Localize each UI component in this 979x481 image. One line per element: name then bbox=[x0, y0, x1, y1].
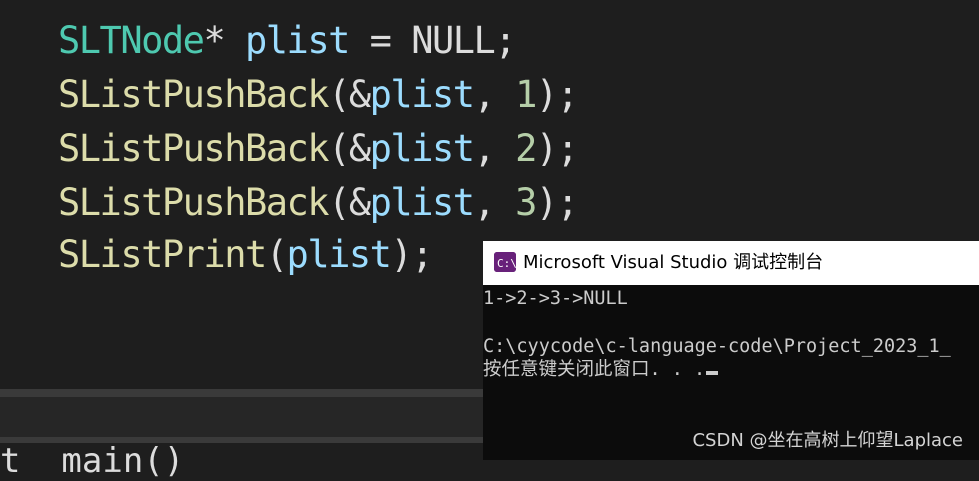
paren-open-token: ( bbox=[328, 181, 350, 224]
variable-token: plist bbox=[286, 233, 392, 276]
code-line-4[interactable]: SListPushBack(&plist, 3); bbox=[58, 176, 579, 230]
code-line-1[interactable]: SLTNode* plist = NULL; bbox=[58, 14, 517, 68]
editor-gap-row bbox=[0, 397, 483, 437]
semicolon-token: ; bbox=[494, 19, 516, 62]
svg-text:C:\: C:\ bbox=[497, 257, 516, 270]
comma-token: , bbox=[473, 127, 516, 170]
variable-token: plist bbox=[369, 127, 475, 170]
function-token: SListPushBack bbox=[58, 181, 330, 224]
variable-token: plist bbox=[245, 19, 350, 62]
comma-token: , bbox=[473, 181, 516, 224]
csdn-watermark: CSDN @坐在高树上仰望Laplace bbox=[692, 430, 963, 451]
visual-studio-icon: C:\ bbox=[494, 252, 516, 272]
paren-open-token: ( bbox=[265, 233, 288, 276]
pointer-token: * bbox=[203, 19, 225, 62]
paren-open-token: ( bbox=[328, 127, 350, 170]
console-path-line: C:\cyycode\c-language-code\Project_2023_… bbox=[483, 336, 951, 357]
address-of-token: & bbox=[348, 181, 371, 224]
code-line-partial[interactable]: t main() bbox=[0, 444, 184, 478]
console-titlebar[interactable]: C:\ Microsoft Visual Studio 调试控制台 bbox=[483, 241, 979, 285]
console-title: Microsoft Visual Studio 调试控制台 bbox=[523, 252, 824, 273]
code-line-2[interactable]: SListPushBack(&plist, 1); bbox=[58, 68, 579, 122]
function-token: SListPushBack bbox=[58, 127, 330, 170]
code-line-3[interactable]: SListPushBack(&plist, 2); bbox=[58, 122, 579, 176]
paren-close-token: ); bbox=[535, 73, 579, 116]
paren-open-token: ( bbox=[328, 73, 350, 116]
type-token: SLTNode bbox=[58, 19, 205, 62]
macro-token: NULL bbox=[411, 19, 496, 62]
comma-token: , bbox=[473, 73, 516, 116]
console-prompt-line: 按任意键关闭此窗口. . . bbox=[483, 358, 719, 382]
function-token: SListPushBack bbox=[58, 73, 330, 116]
function-token: SListPrint bbox=[58, 233, 267, 276]
number-token: 3 bbox=[515, 181, 537, 224]
variable-token: plist bbox=[369, 73, 475, 116]
number-token: 2 bbox=[515, 127, 537, 170]
address-of-token: & bbox=[348, 73, 371, 116]
paren-close-token: ); bbox=[535, 181, 579, 224]
operator-token: = bbox=[348, 19, 412, 62]
text-cursor bbox=[706, 371, 719, 375]
editor-divider bbox=[0, 389, 483, 397]
debug-console-window[interactable]: C:\ Microsoft Visual Studio 调试控制台 1->2->… bbox=[483, 241, 979, 460]
paren-close-token: ); bbox=[535, 127, 579, 170]
address-of-token: & bbox=[348, 127, 371, 170]
code-line-5[interactable]: SListPrint(plist); bbox=[58, 228, 433, 282]
number-token: 1 bbox=[515, 73, 537, 116]
paren-close-token: ); bbox=[390, 233, 433, 276]
console-prompt-text: 按任意键关闭此窗口. . . bbox=[483, 359, 706, 380]
variable-token: plist bbox=[369, 181, 475, 224]
console-output-line: 1->2->3->NULL bbox=[483, 288, 628, 309]
